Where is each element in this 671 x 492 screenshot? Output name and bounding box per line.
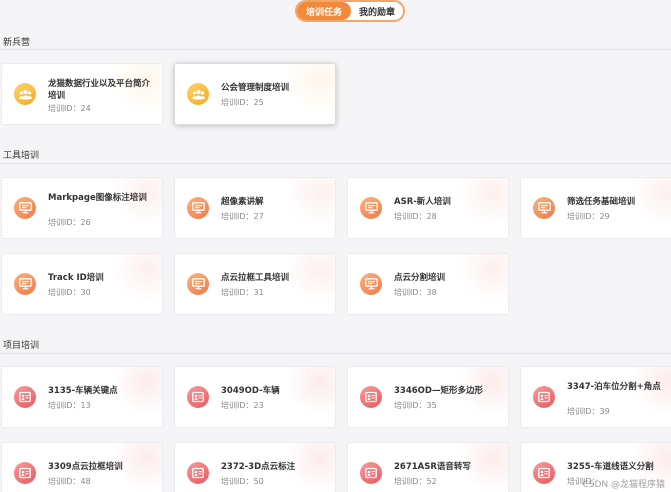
- card-training-id: 培训ID：52: [394, 477, 437, 486]
- training-card[interactable]: ASR-新人培训 培训ID：28: [347, 177, 509, 239]
- card-title: 点云拉框工具培训: [221, 273, 290, 283]
- project-icon: [360, 386, 382, 408]
- card-title: 龙猫数据行业以及平台简介培训: [48, 79, 151, 101]
- training-card[interactable]: Markpage图像标注培训 培训ID：26: [1, 177, 163, 239]
- project-icon: [14, 462, 36, 484]
- card-training-id: 培训ID：31: [221, 288, 264, 297]
- users-icon: [14, 83, 36, 105]
- project-icon: [360, 462, 382, 484]
- card-title: 3347-泊车位分割+角点: [567, 382, 661, 392]
- monitor-icon: [533, 197, 555, 219]
- section-title-projects: 项目培训: [3, 341, 40, 351]
- project-icon: [187, 386, 209, 408]
- card-title: 3309点云拉框培训: [48, 462, 123, 472]
- card-title: 2372-3D点云标注: [221, 462, 296, 472]
- project-icon: [533, 386, 555, 408]
- section-divider: [0, 163, 671, 164]
- card-title: ASR-新人培训: [394, 197, 451, 207]
- card-training-id: 培训ID：48: [48, 477, 91, 486]
- monitor-icon: [360, 273, 382, 295]
- card-training-id: 培训ID：25: [221, 98, 264, 107]
- training-card[interactable]: 点云分割培训 培训ID：38: [347, 253, 509, 315]
- training-card[interactable]: 3135-车辆关键点 培训ID：13: [1, 366, 163, 428]
- card-training-id: 培训ID：30: [48, 288, 91, 297]
- monitor-icon: [360, 197, 382, 219]
- card-title: 2671ASR语音转写: [394, 462, 471, 472]
- training-card[interactable]: 公会管理制度培训 培训ID：25: [174, 63, 336, 125]
- training-page: 培训任务 我的勋章 新兵营 龙猫数据行业以及平台简介培训 培训ID：24 公会管理制…: [0, 0, 671, 492]
- tab-switcher: 培训任务 我的勋章: [295, 0, 405, 22]
- card-training-id: 培训ID：38: [394, 288, 437, 297]
- watermark: CSDN @龙猫程序猿: [582, 480, 665, 490]
- tab-my-medals[interactable]: 我的勋章: [351, 2, 403, 20]
- card-title: 3049OD-车辆: [221, 386, 280, 396]
- project-icon: [533, 462, 555, 484]
- card-training-id: 培训ID：28: [394, 212, 437, 221]
- training-card[interactable]: 2372-3D点云标注 培训ID：50: [174, 442, 336, 492]
- card-training-id: 培训ID：35: [394, 401, 437, 410]
- training-card[interactable]: 2671ASR语音转写 培训ID：52: [347, 442, 509, 492]
- section-divider: [0, 49, 671, 50]
- project-icon: [14, 386, 36, 408]
- card-training-id: 培训ID：27: [221, 212, 264, 221]
- card-training-id: 培训ID：23: [221, 401, 264, 410]
- monitor-icon: [187, 273, 209, 295]
- training-card[interactable]: 3347-泊车位分割+角点 培训ID：39: [520, 366, 671, 428]
- card-title: Track ID培训: [48, 273, 104, 283]
- card-title: 点云分割培训: [394, 273, 446, 283]
- card-title: Markpage图像标注培训: [48, 193, 147, 203]
- project-icon: [187, 462, 209, 484]
- training-card[interactable]: 筛选任务基础培训 培训ID：29: [520, 177, 671, 239]
- training-card[interactable]: 3346OD—矩形多边形 培训ID：35: [347, 366, 509, 428]
- card-title: 3255-车道线语义分割: [567, 462, 654, 472]
- training-card[interactable]: 点云拉框工具培训 培训ID：31: [174, 253, 336, 315]
- card-training-id: 培训ID：50: [221, 477, 264, 486]
- card-training-id: 培训ID：26: [48, 218, 91, 227]
- training-card[interactable]: 超像素讲解培训ID：27: [174, 177, 336, 239]
- training-card[interactable]: Track ID培训 培训ID：30: [1, 253, 163, 315]
- card-title: 3135-车辆关键点: [48, 386, 118, 396]
- section-title-newbie: 新兵营: [3, 38, 31, 48]
- monitor-icon: [14, 197, 36, 219]
- training-card[interactable]: 3049OD-车辆 培训ID：23: [174, 366, 336, 428]
- card-training-id: 培训ID：29: [567, 212, 610, 221]
- card-title: 公会管理制度培训: [221, 83, 290, 93]
- monitor-icon: [187, 197, 209, 219]
- card-title: 3346OD—矩形多边形: [394, 386, 483, 396]
- card-training-id: 培训ID：24: [48, 104, 91, 113]
- card-title: 超像素讲解: [221, 197, 264, 207]
- section-title-tools: 工具培训: [3, 151, 40, 161]
- card-training-id: 培训ID：13: [48, 401, 91, 410]
- monitor-icon: [14, 273, 36, 295]
- section-divider: [0, 353, 671, 354]
- training-card[interactable]: 3309点云拉框培训 培训ID：48: [1, 442, 163, 492]
- card-title: 筛选任务基础培训: [567, 197, 636, 207]
- card-training-id: 培训ID：39: [567, 407, 610, 416]
- training-card[interactable]: 龙猫数据行业以及平台简介培训培训ID：24: [1, 63, 163, 125]
- tab-training-tasks[interactable]: 培训任务: [297, 2, 351, 20]
- users-icon: [187, 83, 209, 105]
